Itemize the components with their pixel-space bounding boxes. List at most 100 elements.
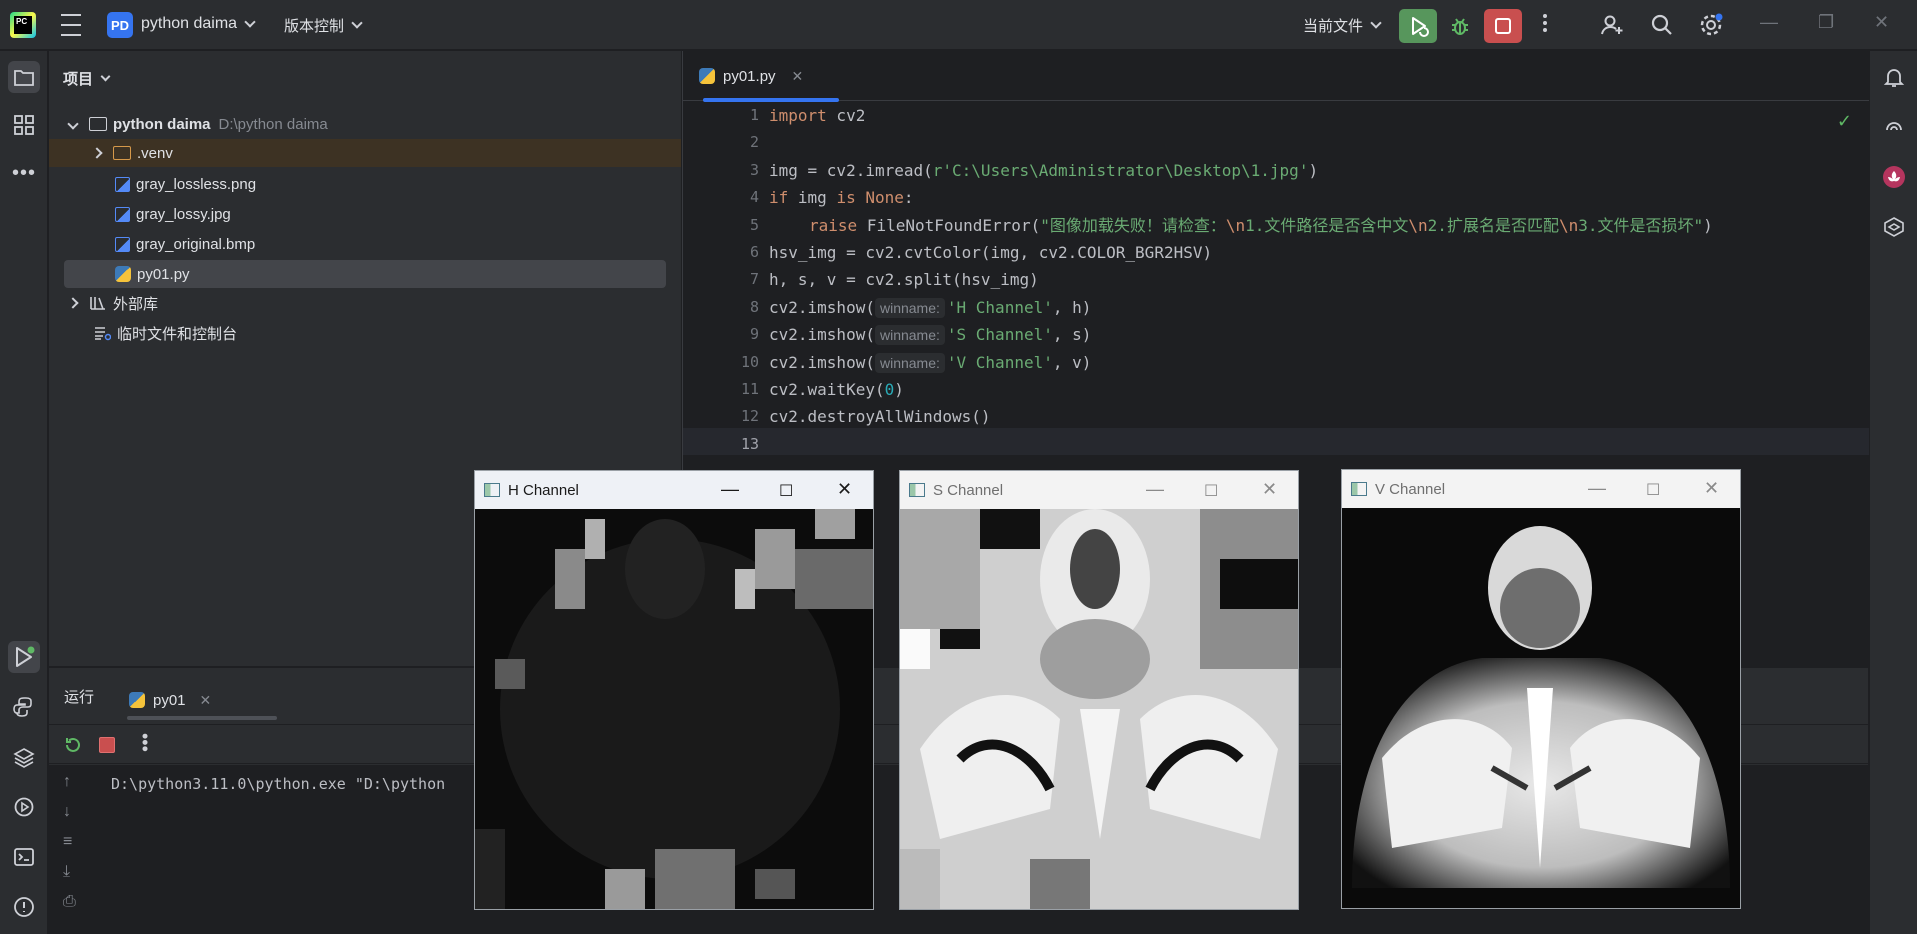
v-channel-image: [1342, 508, 1740, 908]
close-run-tab-icon[interactable]: ✕: [200, 692, 212, 709]
scroll-down-icon[interactable]: ↓: [63, 803, 71, 821]
layers-icon[interactable]: [8, 741, 40, 773]
tab-label: py01.py: [723, 67, 776, 85]
soft-wrap-icon[interactable]: ≡: [63, 833, 72, 851]
run-tool-icon[interactable]: [8, 641, 40, 673]
line-number: 8: [749, 297, 759, 316]
plugin-flower-icon[interactable]: [1878, 161, 1910, 193]
cv-minimize-icon[interactable]: —: [1146, 479, 1164, 500]
code-line-10: cv2.imshow(winname: 'V Channel', v): [769, 352, 1092, 373]
no-problems-check-icon[interactable]: ✓: [1837, 111, 1852, 132]
notifications-bell-icon[interactable]: [1878, 61, 1910, 93]
vcs-label: 版本控制: [284, 18, 345, 35]
tree-item-scratches[interactable]: 临时文件和控制台: [49, 319, 681, 347]
stop-icon[interactable]: [99, 737, 115, 753]
cv-close-icon[interactable]: ✕: [837, 479, 852, 500]
add-user-icon[interactable]: [1598, 11, 1626, 39]
project-tool-icon[interactable]: [8, 61, 40, 93]
tree-item-external-libs[interactable]: 外部库: [49, 289, 681, 317]
minimize-window-icon[interactable]: —: [1760, 12, 1778, 33]
code-line-5: raise FileNotFoundError("图像加载失败！请检查：\n1.…: [809, 215, 1713, 235]
terminal-icon[interactable]: [8, 841, 40, 873]
python-console-icon[interactable]: [8, 691, 40, 723]
rerun-button[interactable]: [1399, 9, 1437, 43]
h-channel-window[interactable]: H Channel — ☐ ✕: [474, 470, 874, 910]
current-line-highlight: [683, 428, 1869, 455]
tree-item-gray-original[interactable]: gray_original.bmp: [49, 230, 681, 258]
restore-window-icon[interactable]: ❐: [1818, 12, 1834, 33]
run-tab-py01[interactable]: py01 ✕: [129, 680, 211, 720]
cv-maximize-icon[interactable]: ☐: [779, 481, 793, 501]
tree-item-label: gray_original.bmp: [136, 235, 256, 253]
project-panel-title: 项目: [63, 71, 94, 88]
tree-item-venv[interactable]: .venv: [49, 139, 681, 167]
cv-close-icon[interactable]: ✕: [1704, 478, 1719, 499]
tab-py01[interactable]: py01.py ✕: [699, 51, 839, 102]
cv-maximize-icon[interactable]: ☐: [1204, 481, 1218, 501]
project-badge[interactable]: PD: [107, 12, 133, 38]
stop-icon: [1495, 18, 1511, 34]
pycharm-logo-icon[interactable]: PC: [10, 12, 36, 38]
more-actions-icon[interactable]: [1540, 14, 1550, 32]
param-hint: winname:: [874, 352, 945, 373]
scratches-icon: [95, 327, 111, 341]
tree-item-gray-lossless[interactable]: gray_lossless.png: [49, 170, 681, 198]
code-line-1: import cv2: [769, 106, 866, 125]
image-file-icon: [115, 176, 130, 192]
problems-icon[interactable]: [8, 891, 40, 923]
stop-button[interactable]: [1484, 9, 1522, 43]
more-actions-icon[interactable]: •••: [135, 733, 155, 752]
services-icon[interactable]: [8, 791, 40, 823]
code-line-8: cv2.imshow(winname: 'H Channel', h): [769, 297, 1092, 318]
cv-window-titlebar[interactable]: S Channel — ☐ ✕: [900, 471, 1298, 509]
scroll-up-icon[interactable]: ↑: [63, 773, 71, 791]
tree-root-name: python daima: [113, 115, 211, 133]
structure-tool-icon[interactable]: [8, 109, 40, 141]
collapse-arrow-icon[interactable]: [91, 147, 103, 159]
tree-root[interactable]: python daima D:\python daima: [49, 110, 681, 138]
run-tab-label: py01: [153, 691, 186, 709]
ai-assistant-icon[interactable]: [1878, 111, 1910, 143]
scroll-to-end-icon[interactable]: ⤓: [63, 863, 70, 881]
tree-item-py01[interactable]: py01.py: [64, 260, 666, 288]
copilot-icon[interactable]: [1878, 211, 1910, 243]
folder-icon: [113, 146, 131, 160]
project-name: python daima: [141, 15, 238, 32]
cv-window-title: V Channel: [1375, 480, 1446, 498]
v-channel-window[interactable]: V Channel — ☐ ✕: [1341, 469, 1741, 909]
rerun-icon: [1412, 17, 1429, 37]
line-number: 13: [740, 434, 759, 453]
debug-button[interactable]: [1443, 11, 1477, 41]
cv-close-icon[interactable]: ✕: [1262, 479, 1277, 500]
s-channel-image: [900, 509, 1298, 909]
code-line-12: cv2.destroyAllWindows(): [769, 407, 991, 427]
cv-minimize-icon[interactable]: —: [721, 479, 739, 500]
rerun-icon[interactable]: [63, 735, 83, 755]
python-file-icon: [115, 266, 131, 282]
settings-gear-icon[interactable]: [1697, 11, 1725, 39]
expand-arrow-icon[interactable]: [67, 118, 79, 130]
close-window-icon[interactable]: ✕: [1874, 12, 1889, 33]
title-bar: PC PD python daima 版本控制 当前文件 — ❐ ✕: [0, 0, 1917, 50]
tree-item-gray-lossy[interactable]: gray_lossy.jpg: [49, 200, 681, 228]
cv-minimize-icon[interactable]: —: [1588, 478, 1606, 499]
search-icon[interactable]: [1648, 11, 1676, 39]
close-tab-icon[interactable]: ✕: [792, 68, 804, 85]
project-panel-header[interactable]: 项目: [63, 68, 111, 89]
vcs-menu[interactable]: 版本控制: [284, 15, 363, 36]
collapse-arrow-icon[interactable]: [67, 297, 79, 309]
more-tools-icon[interactable]: •••: [8, 157, 40, 189]
run-config-selector[interactable]: 当前文件: [1303, 15, 1382, 36]
s-channel-window[interactable]: S Channel — ☐ ✕: [899, 470, 1299, 910]
code-line-11: cv2.waitKey(0): [769, 380, 904, 399]
tree-item-label: 外部库: [113, 295, 159, 313]
print-icon[interactable]: ⎙: [63, 893, 76, 911]
main-menu-icon[interactable]: [58, 14, 84, 36]
code-line-7: h, s, v = cv2.split(hsv_img): [769, 270, 1039, 290]
cv-window-titlebar[interactable]: H Channel — ☐ ✕: [475, 471, 873, 509]
project-switcher[interactable]: python daima: [141, 15, 256, 33]
image-file-icon: [115, 236, 130, 252]
cv-window-titlebar[interactable]: V Channel — ☐ ✕: [1342, 470, 1740, 508]
cv-maximize-icon[interactable]: ☐: [1646, 480, 1660, 500]
line-number: 10: [740, 352, 759, 371]
